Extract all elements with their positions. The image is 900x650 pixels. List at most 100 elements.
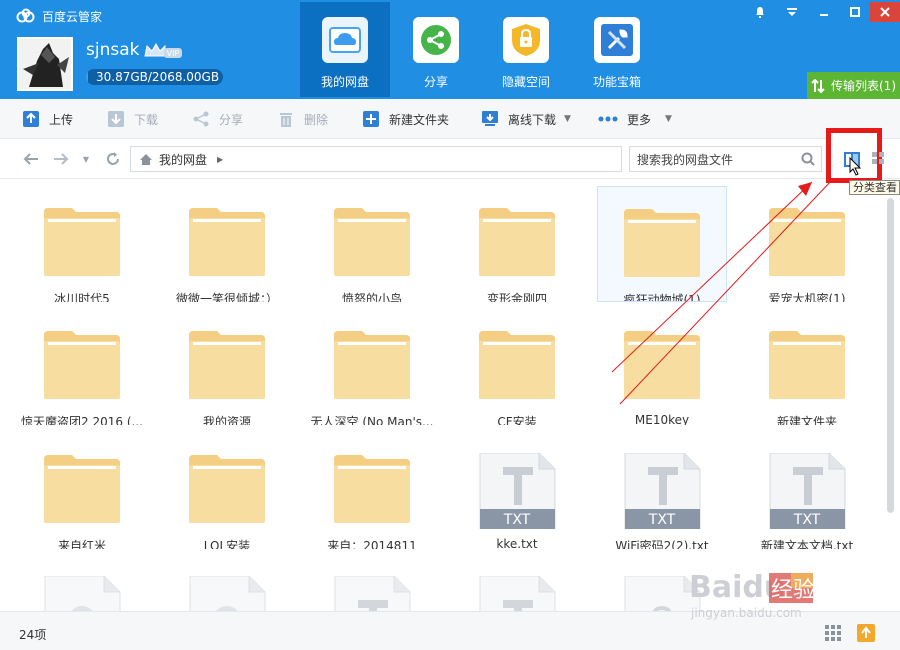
file-name: 我的资源: [202, 415, 251, 425]
tab-toolbox[interactable]: 功能宝箱: [572, 2, 662, 97]
file-item[interactable]: [452, 556, 582, 611]
lock-icon: [503, 17, 549, 63]
file-item[interactable]: TXT 新建文本文档.txt: [742, 433, 872, 549]
breadcrumb-root[interactable]: 我的网盘: [159, 151, 207, 168]
mouse-cursor-icon: [849, 157, 862, 176]
file-name: 爱宠大机密(1): [768, 292, 846, 302]
folder-item[interactable]: CF安装: [452, 309, 582, 425]
file-name: 惊天魔盗团2 2016 (...: [21, 415, 143, 425]
cloud-icon: [322, 17, 368, 63]
refresh-icon[interactable]: [104, 149, 122, 169]
breadcrumb[interactable]: 我的网盘 ▶: [130, 146, 622, 172]
back-arrow-icon[interactable]: [22, 149, 40, 169]
folder-item[interactable]: 爱宠大机密(1): [742, 186, 872, 302]
notification-icon[interactable]: [745, 2, 775, 22]
folder-item[interactable]: 变形金刚四: [452, 186, 582, 302]
folder-item[interactable]: 愤怒的小鸟: [307, 186, 437, 302]
scrollbar[interactable]: [884, 180, 900, 611]
menu-dropdown-icon[interactable]: [777, 2, 807, 22]
transfer-list-button[interactable]: 传输列表(1): [807, 72, 900, 99]
folder-item[interactable]: 冰川时代5: [17, 186, 147, 302]
file-name: 新建文件夹: [776, 415, 837, 425]
chevron-down-icon: ▼: [564, 114, 571, 124]
folder-icon: [477, 329, 557, 405]
search-input[interactable]: 搜索我的网盘文件: [629, 146, 822, 172]
file-item[interactable]: [162, 556, 292, 611]
folder-icon: [187, 329, 267, 405]
new-folder-icon: [363, 111, 379, 127]
chevron-down-icon: ▼: [665, 114, 672, 124]
txt-badge-label: TXT: [648, 512, 676, 528]
file-name: CF安装: [497, 415, 537, 425]
tab-my-disk[interactable]: 我的网盘: [300, 2, 390, 97]
minimize-icon[interactable]: [809, 2, 839, 22]
grid-view-icon[interactable]: [825, 625, 841, 641]
search-placeholder: 搜索我的网盘文件: [637, 152, 734, 167]
username[interactable]: sjnsak: [86, 40, 139, 60]
offline-download-button[interactable]: 离线下载 ▼: [481, 108, 571, 130]
folder-icon: [332, 329, 412, 405]
folder-item[interactable]: LOL安装: [162, 433, 292, 549]
close-icon[interactable]: [870, 2, 900, 22]
folder-icon: [187, 206, 267, 282]
trash-icon: [280, 113, 292, 127]
folder-item[interactable]: 来自红米: [17, 433, 147, 549]
quota-text: 30.87GB/2068.00GB: [96, 70, 220, 84]
folder-icon: [42, 453, 122, 529]
share-button[interactable]: 分享: [192, 108, 243, 130]
file-item[interactable]: TXT WiFi密码2(2).txt: [597, 433, 727, 549]
avatar[interactable]: [17, 37, 73, 91]
maximize-icon[interactable]: [840, 2, 870, 22]
download-icon: [108, 111, 124, 127]
vip-label: VIP: [167, 49, 180, 58]
download-button[interactable]: 下载: [107, 108, 158, 130]
cloud-logo-icon: [16, 8, 35, 23]
txt-file-icon: [332, 575, 412, 611]
folder-icon: [42, 206, 122, 282]
folder-item[interactable]: 惊天魔盗团2 2016 (...: [17, 309, 147, 425]
folder-item[interactable]: 来自：2014811: [307, 433, 437, 549]
more-button[interactable]: 更多 ▼: [598, 108, 672, 130]
file-name: ME10key: [634, 413, 690, 425]
upload-button[interactable]: 上传: [22, 108, 73, 130]
breadcrumb-separator-icon[interactable]: ▶: [217, 155, 223, 164]
new-folder-label: 新建文件夹: [389, 112, 450, 127]
transfer-arrows-icon: [811, 78, 825, 93]
file-name: WiFi密码2(2).txt: [615, 539, 709, 549]
delete-label: 删除: [304, 112, 329, 127]
list-view-icon[interactable]: [872, 150, 886, 166]
upload-icon: [23, 111, 39, 127]
transfer-list-label: 传输列表(1): [831, 79, 896, 93]
new-folder-button[interactable]: 新建文件夹: [362, 108, 449, 130]
folder-item[interactable]: 无人深空 (No Man's...: [307, 309, 437, 425]
history-dropdown-icon[interactable]: ▼: [77, 149, 95, 169]
txt-file-icon: TXT: [622, 452, 702, 530]
item-count: 24项: [19, 628, 47, 642]
txt-badge-label: TXT: [793, 512, 821, 528]
folder-icon: [332, 453, 412, 529]
file-name: LOL安装: [203, 539, 251, 549]
quota-bar: 30.87GB/2068.00GB: [86, 69, 223, 85]
file-item[interactable]: [307, 556, 437, 611]
file-item[interactable]: [17, 556, 147, 611]
user-file-icon: [42, 575, 122, 611]
user-file-icon: [187, 575, 267, 611]
tab-hidden-space[interactable]: 隐藏空间: [481, 2, 571, 97]
folder-item[interactable]: 我的资源: [162, 309, 292, 425]
folder-item[interactable]: ME10key: [597, 309, 727, 425]
folder-item[interactable]: 疯狂动物城(1): [597, 186, 727, 302]
share-icon: [413, 17, 459, 63]
file-name: 微微一笑很倾城：）: [175, 292, 278, 302]
folder-icon: [622, 329, 702, 405]
home-icon: [140, 153, 152, 165]
folder-icon: [332, 206, 412, 282]
forward-arrow-icon[interactable]: [52, 149, 70, 169]
tab-share[interactable]: 分享: [391, 2, 481, 97]
upload-queue-icon[interactable]: [856, 623, 876, 643]
search-icon[interactable]: [800, 151, 816, 167]
file-item[interactable]: TXT kke.txt: [452, 433, 582, 549]
folder-item[interactable]: 微微一笑很倾城：）: [162, 186, 292, 302]
delete-button[interactable]: 删除: [277, 108, 328, 130]
scrollbar-thumb[interactable]: [887, 198, 894, 513]
folder-item[interactable]: 新建文件夹: [742, 309, 872, 425]
